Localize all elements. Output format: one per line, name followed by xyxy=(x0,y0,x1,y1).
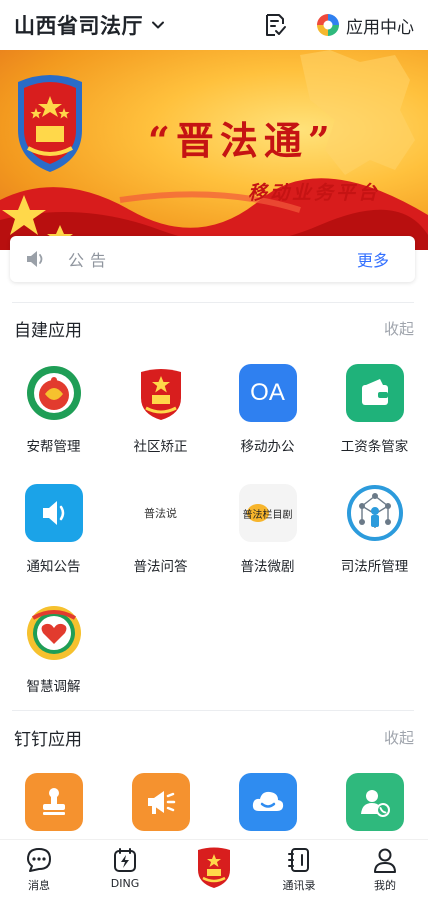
stamp-icon xyxy=(24,773,83,831)
app-stamp[interactable] xyxy=(0,773,107,831)
anbang-logo-icon xyxy=(25,364,83,422)
wallet-icon xyxy=(345,364,404,422)
tab-label: 消息 xyxy=(28,879,50,892)
app-label: 安帮管理 xyxy=(26,439,81,455)
contacts-icon xyxy=(288,848,309,872)
app-label: 普法微剧 xyxy=(240,559,295,575)
cloud-disk-icon xyxy=(238,773,297,831)
speaker-icon xyxy=(24,484,83,542)
org-title[interactable]: 山西省司法厅 xyxy=(14,10,143,40)
app-label: 智慧调解 xyxy=(26,679,81,695)
contact-call-icon xyxy=(345,773,404,831)
app-announcement[interactable] xyxy=(107,773,214,831)
app-mobile-office[interactable]: OA 移动办公 xyxy=(214,364,321,455)
app-pufa-qa[interactable]: 普法说 普法问答 xyxy=(107,484,214,575)
app-payslip[interactable]: 工资条管家 xyxy=(321,364,428,455)
tab-profile[interactable]: 我的 xyxy=(350,846,420,893)
bottom-tab-bar: 消息 DING 通讯录 我的 xyxy=(0,839,428,899)
tab-label: 通讯录 xyxy=(282,879,316,892)
pufa-drama-logo-text: 普法栏目剧 xyxy=(242,509,293,521)
dingtalk-apps-title: 钉钉应用 xyxy=(14,729,82,750)
app-cloud-disk[interactable] xyxy=(214,773,321,831)
app-label: 工资条管家 xyxy=(340,439,409,455)
oa-icon: OA xyxy=(238,364,297,422)
app-notice[interactable]: 通知公告 xyxy=(0,484,107,575)
chevron-down-icon[interactable] xyxy=(151,18,165,32)
pufa-qa-logo-text: 普法说 xyxy=(144,507,177,520)
tab-ding[interactable]: DING xyxy=(90,846,160,890)
chat-icon xyxy=(27,848,51,872)
app-center-button[interactable]: 应用中心 xyxy=(316,13,414,38)
tab-home-emblem[interactable] xyxy=(179,846,249,890)
header-actions: 应用中心 xyxy=(262,12,414,38)
self-apps-collapse-button[interactable]: 收起 xyxy=(384,318,414,339)
tab-label: 我的 xyxy=(374,879,396,892)
pufa-qa-logo-icon: 普法说 xyxy=(131,484,190,542)
tab-messages[interactable]: 消息 xyxy=(4,846,74,893)
app-label: 普法问答 xyxy=(133,559,188,575)
app-pufa-drama[interactable]: 普法栏目剧 普法微剧 xyxy=(214,484,321,575)
self-apps-header: 自建应用 收起 xyxy=(0,313,428,343)
megaphone-icon xyxy=(131,773,190,831)
app-anbang[interactable]: 安帮管理 xyxy=(0,364,107,455)
app-judicial-office[interactable]: 司法所管理 xyxy=(321,484,428,575)
app-center-label: 应用中心 xyxy=(346,17,414,38)
banner[interactable]: “晋法通” 移动业务平台 xyxy=(0,50,428,250)
dingtalk-apps-header: 钉钉应用 收起 xyxy=(0,722,428,752)
app-community-correction[interactable]: 社区矫正 xyxy=(107,364,214,455)
banner-title: “晋法通” xyxy=(148,118,336,163)
app-center-logo-icon xyxy=(317,14,339,36)
pufa-drama-logo-icon: 普法栏目剧 xyxy=(238,484,297,542)
national-emblem-icon xyxy=(198,847,230,888)
notice-label: 公告 xyxy=(68,251,113,270)
self-apps-title: 自建应用 xyxy=(14,320,82,341)
national-emblem-icon xyxy=(132,364,190,422)
app-label: 移动办公 xyxy=(240,439,295,455)
dingtalk-apps-collapse-button[interactable]: 收起 xyxy=(384,727,414,748)
app-smart-mediation[interactable]: 智慧调解 xyxy=(0,604,107,695)
banner-subtitle: 移动业务平台 xyxy=(248,182,381,204)
ding-icon xyxy=(114,848,136,872)
app-label: 司法所管理 xyxy=(340,559,409,575)
network-person-icon xyxy=(345,484,404,542)
oa-icon-text: OA xyxy=(250,379,285,406)
app-label: 通知公告 xyxy=(26,559,81,575)
app-contact-call[interactable] xyxy=(321,773,428,831)
speaker-icon xyxy=(27,251,43,267)
notice-more-link[interactable]: 更多 xyxy=(357,247,389,271)
app-label: 社区矫正 xyxy=(133,439,188,455)
divider xyxy=(12,302,414,303)
mediation-logo-icon xyxy=(25,604,83,662)
profile-icon xyxy=(374,848,396,873)
todo-check-icon[interactable] xyxy=(262,12,288,38)
divider xyxy=(12,710,414,711)
header: 山西省司法厅 应用中心 xyxy=(0,0,428,50)
tab-contacts[interactable]: 通讯录 xyxy=(264,846,334,893)
emblem-icon xyxy=(18,75,82,172)
tab-label: DING xyxy=(110,877,140,890)
notice-bar[interactable]: 公告 更多 xyxy=(10,236,415,282)
